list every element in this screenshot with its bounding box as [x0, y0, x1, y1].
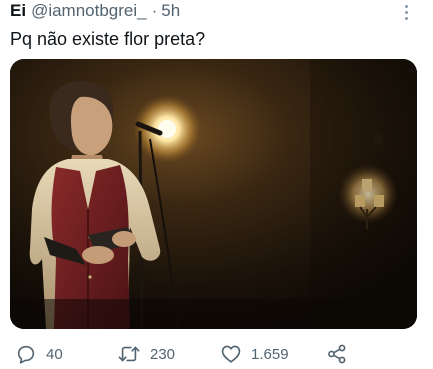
display-name[interactable]: Ei [10, 1, 26, 21]
tweet-text: Pq não existe flor preta? [10, 29, 206, 49]
like-count: 1.659 [251, 345, 289, 363]
user-handle[interactable]: @iamnotbgrei_ [31, 1, 147, 21]
tweet-header: Ei @iamnotbgrei_ · 5h [10, 0, 433, 22]
share-icon [328, 344, 346, 364]
reply-count: 40 [46, 345, 63, 363]
tweet-photo[interactable] [10, 59, 417, 329]
tweet-actions: 40 230 1.659 [0, 341, 433, 367]
more-options-icon[interactable] [399, 2, 413, 22]
reply-icon [17, 345, 35, 364]
retweet-button[interactable]: 230 [117, 341, 175, 367]
retweet-count: 230 [150, 345, 176, 363]
share-button[interactable] [326, 341, 348, 367]
like-button[interactable]: 1.659 [220, 341, 289, 367]
heart-icon [221, 345, 241, 363]
separator-dot: · [151, 1, 158, 20]
photo-image [10, 59, 417, 329]
reply-button[interactable]: 40 [15, 341, 63, 367]
timestamp[interactable]: 5h [161, 1, 180, 21]
retweet-icon [118, 346, 140, 362]
